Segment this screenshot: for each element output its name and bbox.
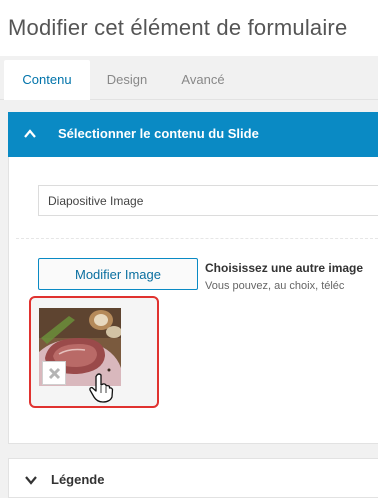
- legend-title: Légende: [51, 472, 105, 487]
- tab-bar: Contenu Design Avancé: [0, 56, 378, 100]
- divider: [16, 238, 378, 239]
- close-icon: [48, 367, 61, 380]
- image-picker-heading: Choisissez une autre image: [205, 261, 364, 275]
- image-picker-description: Vous pouvez, au choix, téléc: [205, 280, 345, 292]
- chevron-up-icon: [24, 129, 36, 138]
- modal-title: Modifier cet élément de formulaire: [8, 15, 348, 40]
- section-header-slide-content[interactable]: Sélectionner le contenu du Slide: [8, 112, 378, 157]
- tab-design[interactable]: Design: [90, 60, 164, 100]
- modify-image-button[interactable]: Modifier Image: [38, 258, 198, 290]
- slide-title-input[interactable]: [38, 185, 378, 216]
- tab-avance[interactable]: Avancé: [164, 60, 242, 100]
- remove-image-button[interactable]: [42, 361, 66, 385]
- modal-header: Modifier cet élément de formulaire: [0, 0, 378, 56]
- chevron-down-icon: [25, 476, 37, 485]
- section-title: Sélectionner le contenu du Slide: [58, 126, 259, 141]
- section-header-legende[interactable]: Légende: [8, 458, 378, 498]
- tab-contenu[interactable]: Contenu: [4, 60, 90, 100]
